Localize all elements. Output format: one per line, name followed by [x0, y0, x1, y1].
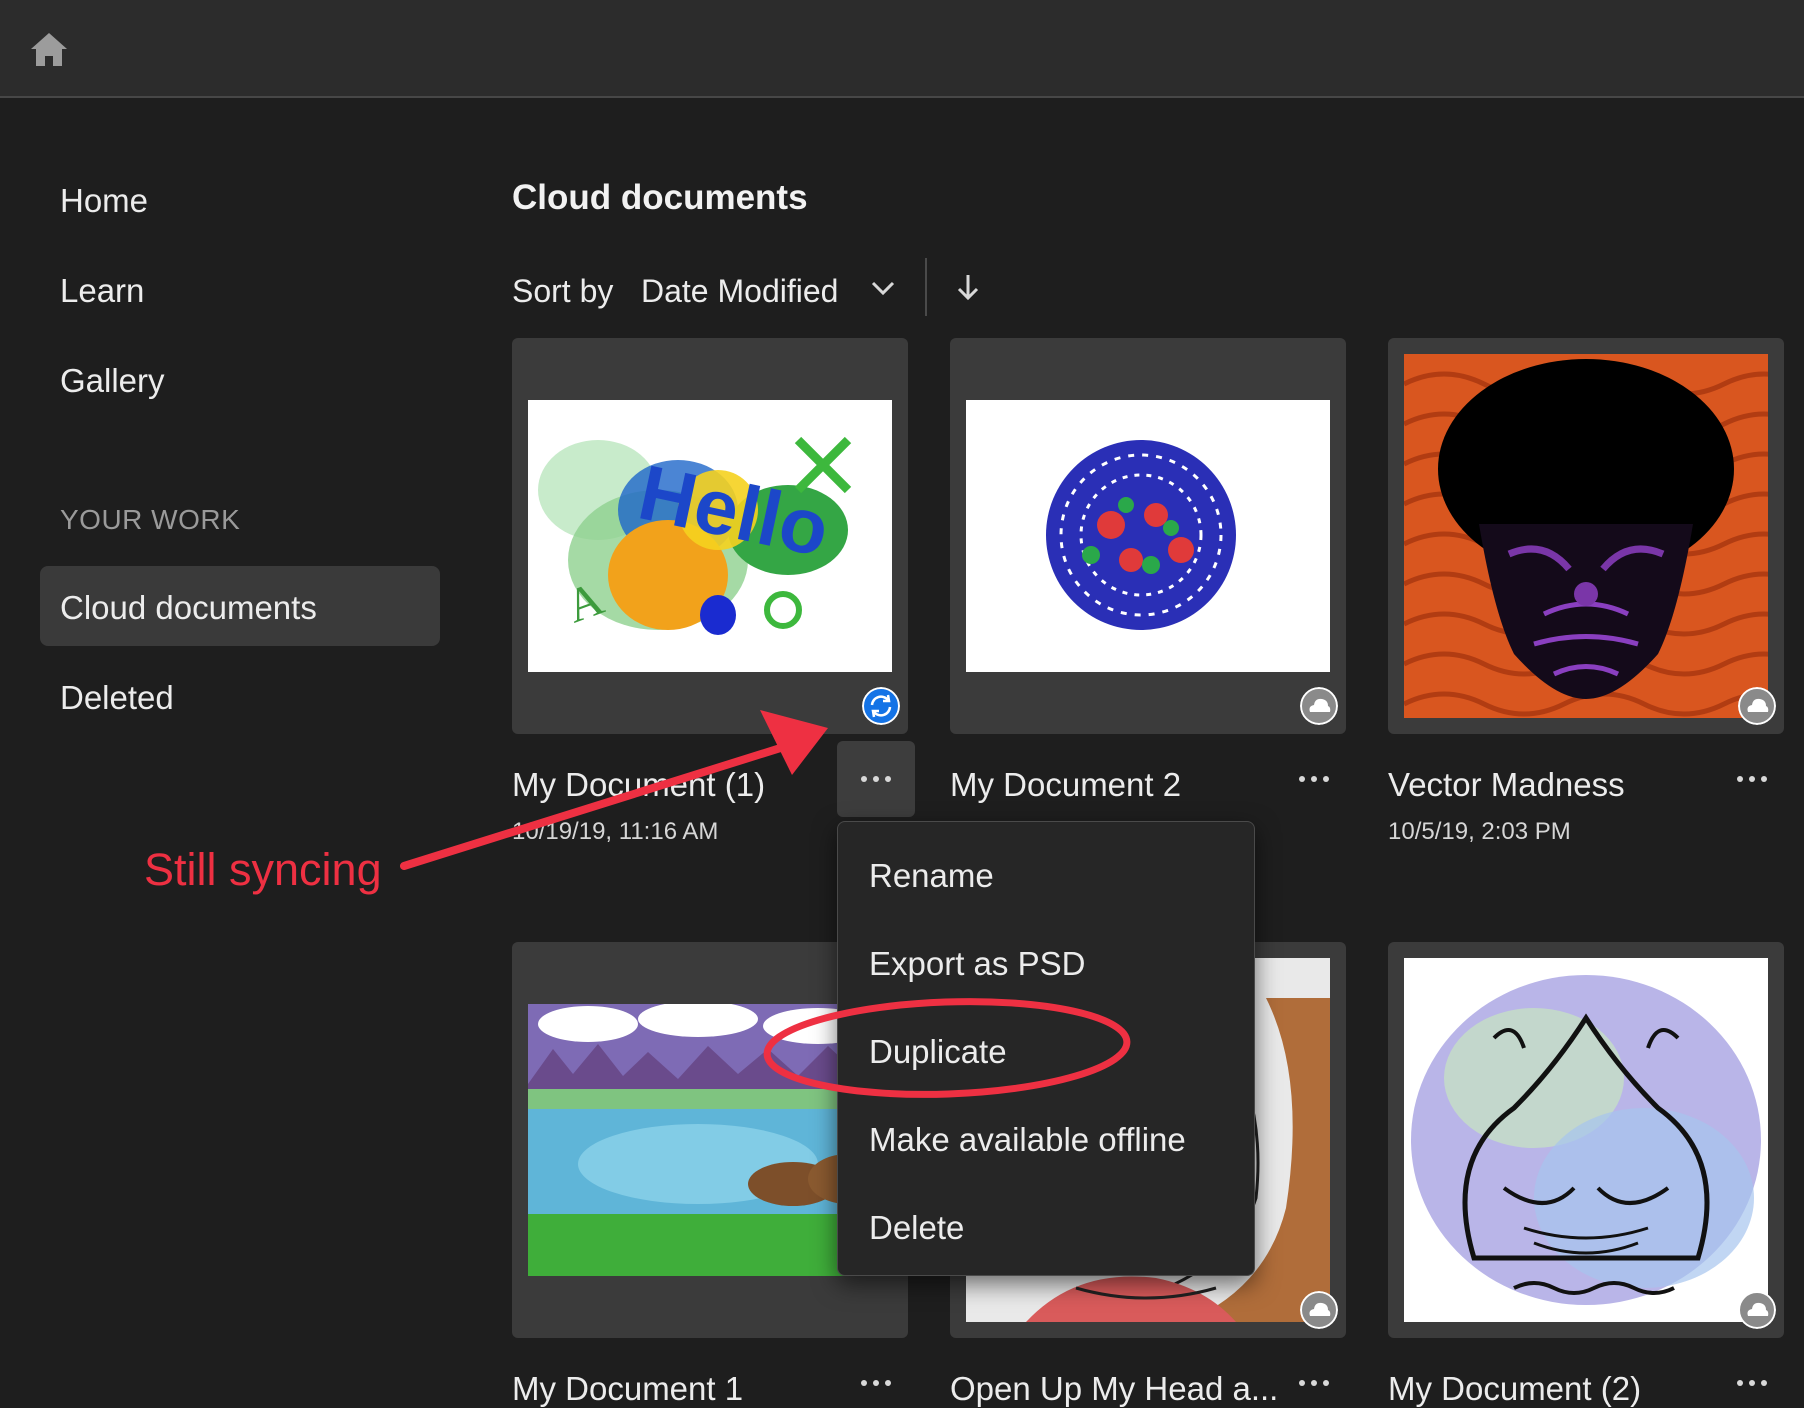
sidebar-item-gallery[interactable]: Gallery	[60, 364, 165, 397]
document-date: 10/19/19, 11:16 AM	[512, 818, 719, 845]
top-bar	[0, 0, 1804, 98]
document-name[interactable]: My Document 1	[512, 1370, 743, 1408]
more-icon[interactable]	[1729, 769, 1775, 789]
sidebar-item-home[interactable]: Home	[60, 184, 148, 217]
document-card-my-document-2-copy[interactable]	[1388, 942, 1784, 1338]
document-name[interactable]: My Document (2)	[1388, 1370, 1641, 1408]
page-title: Cloud documents	[512, 178, 808, 217]
sort-direction-icon[interactable]	[954, 272, 982, 302]
sidebar-item-learn[interactable]: Learn	[60, 274, 144, 307]
document-name[interactable]: Vector Madness	[1388, 766, 1625, 804]
cloud-icon	[1300, 1291, 1338, 1329]
menu-item-make-offline[interactable]: Make available offline	[869, 1121, 1186, 1159]
menu-item-export-psd[interactable]: Export as PSD	[869, 945, 1085, 983]
document-date: 10/5/19, 2:03 PM	[1388, 818, 1571, 845]
menu-item-duplicate[interactable]: Duplicate	[869, 1033, 1007, 1071]
sort-select[interactable]: Date Modified	[641, 273, 838, 310]
document-thumbnail	[1404, 958, 1768, 1322]
more-icon[interactable]	[1729, 1373, 1775, 1393]
sidebar-item-deleted[interactable]: Deleted	[60, 681, 174, 714]
cloud-icon	[1300, 687, 1338, 725]
sync-icon	[862, 687, 900, 725]
document-card-my-document-2[interactable]	[950, 338, 1346, 734]
cloud-icon	[1738, 1291, 1776, 1329]
cloud-icon	[1738, 687, 1776, 725]
more-icon[interactable]	[853, 769, 899, 789]
document-context-menu: Rename Export as PSD Duplicate Make avai…	[837, 821, 1255, 1276]
document-thumbnail	[966, 400, 1330, 672]
more-icon[interactable]	[1291, 769, 1337, 789]
more-icon[interactable]	[853, 1373, 899, 1393]
sidebar-item-cloud-documents-label: Cloud documents	[60, 589, 317, 626]
annotation-callout: Still syncing	[144, 844, 382, 895]
menu-item-delete[interactable]: Delete	[869, 1209, 964, 1247]
document-card-my-document-1-copy[interactable]: Hello A	[512, 338, 908, 734]
sort-divider	[925, 258, 927, 316]
menu-item-rename[interactable]: Rename	[869, 857, 994, 895]
home-icon[interactable]	[28, 30, 70, 70]
annotation-arrow-line	[400, 741, 794, 870]
more-icon[interactable]	[1291, 1373, 1337, 1393]
document-card-vector-madness[interactable]	[1388, 338, 1784, 734]
your-work-section-label: YOUR WORK	[60, 504, 241, 535]
document-name[interactable]: My Document 2	[950, 766, 1181, 804]
document-name[interactable]: My Document (1)	[512, 766, 765, 804]
document-name[interactable]: Open Up My Head a...	[950, 1370, 1278, 1408]
document-thumbnail: Hello A	[528, 400, 892, 672]
sort-by-label: Sort by	[512, 273, 614, 309]
document-thumbnail	[1404, 354, 1768, 718]
chevron-down-icon[interactable]	[868, 276, 898, 300]
